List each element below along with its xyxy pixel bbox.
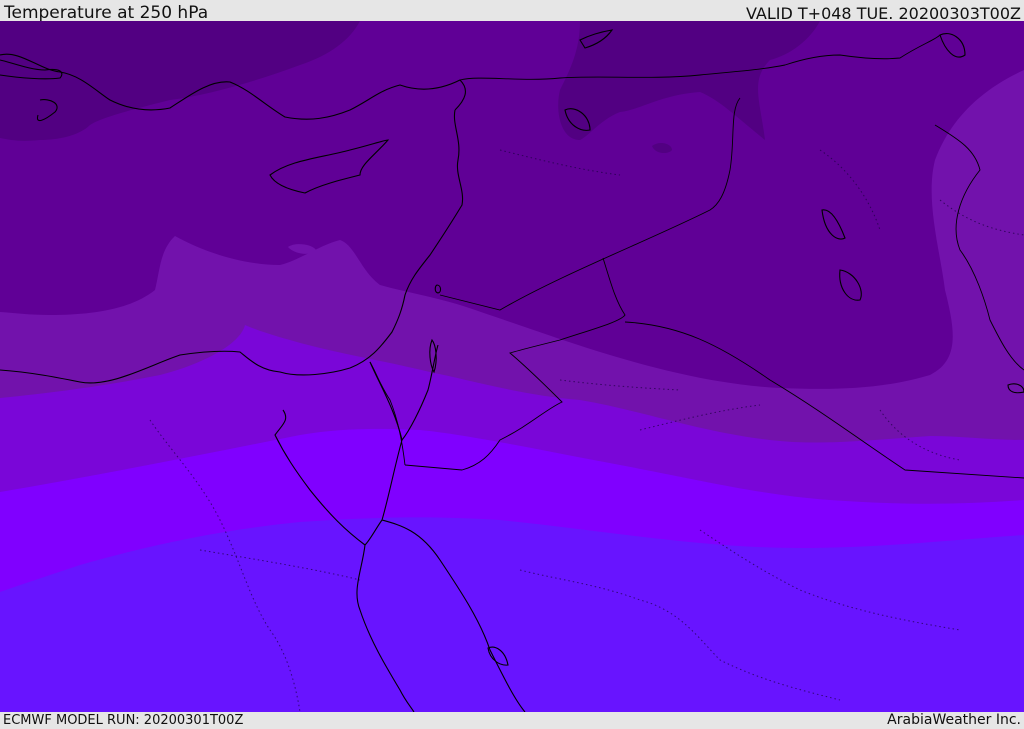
model-run: ECMWF MODEL RUN: 20200301T00Z <box>3 713 244 728</box>
header-bar: Temperature at 250 hPa VALID T+048 TUE. … <box>0 0 1024 23</box>
footer-bar: ECMWF MODEL RUN: 20200301T00Z ArabiaWeat… <box>0 712 1024 729</box>
credit: ArabiaWeather Inc. <box>887 712 1021 728</box>
weather-map[interactable] <box>0 21 1024 712</box>
